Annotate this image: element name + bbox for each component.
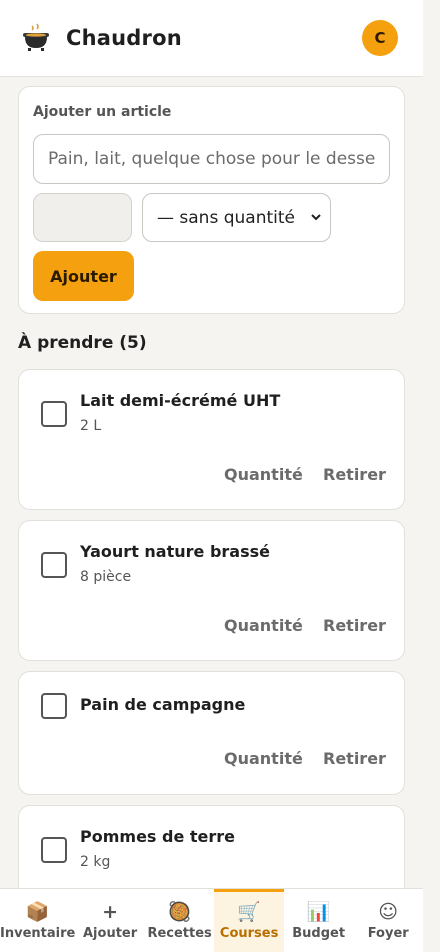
quantity-button[interactable]: Quantité (224, 465, 303, 484)
item-checkbox[interactable] (41, 401, 67, 427)
add-item-label: Ajouter un article (33, 104, 172, 120)
nav-item-inventaire[interactable]: 📦 Inventaire (0, 889, 75, 952)
remove-button[interactable]: Retirer (323, 616, 386, 635)
unit-select-value: — sans quantité (157, 207, 295, 228)
item-checkbox[interactable] (41, 693, 67, 719)
add-item-button[interactable]: Ajouter (33, 251, 134, 301)
nav-label: Ajouter (83, 926, 138, 941)
box-icon: 📦 (25, 901, 50, 923)
user-avatar[interactable]: C (362, 20, 398, 56)
nav-label: Inventaire (0, 926, 76, 941)
main-content: Ajouter un article — sans quantité Ajout… (18, 86, 405, 946)
nav-item-foyer[interactable]: ☺ Foyer (353, 889, 423, 952)
app-title: Chaudron (66, 26, 182, 50)
chart-icon: 📊 (306, 901, 331, 923)
remove-button[interactable]: Retirer (323, 749, 386, 768)
cauldron-icon (23, 23, 49, 51)
item-name: Pain de campagne (80, 695, 246, 714)
item-quantity: 2 kg (80, 854, 111, 870)
remove-button[interactable]: Retirer (323, 465, 386, 484)
list-item: Yaourt nature brassé 8 pièce Quantité Re… (18, 520, 405, 661)
item-checkbox[interactable] (41, 837, 67, 863)
smiley-icon: ☺ (378, 901, 399, 923)
cart-icon: 🛒 (237, 901, 261, 923)
quantity-input[interactable] (33, 193, 132, 242)
pot-icon: 🥘 (167, 901, 192, 923)
app-header: Chaudron C (0, 0, 423, 77)
quantity-button[interactable]: Quantité (224, 749, 303, 768)
list-item: Pain de campagne Quantité Retirer (18, 671, 405, 795)
nav-item-budget[interactable]: 📊 Budget (284, 889, 354, 952)
item-quantity: 8 pièce (80, 569, 132, 585)
nav-label: Courses (219, 926, 279, 941)
plus-icon: + (102, 901, 119, 923)
nav-label: Budget (292, 926, 346, 941)
add-item-card: Ajouter un article — sans quantité Ajout… (18, 86, 405, 314)
nav-item-courses[interactable]: 🛒 Courses (214, 889, 284, 952)
item-name: Pommes de terre (80, 827, 236, 846)
nav-label: Foyer (367, 926, 409, 941)
item-name: Lait demi-écrémé UHT (80, 391, 281, 410)
to-buy-section-title: À prendre (5) (18, 333, 147, 353)
nav-item-ajouter[interactable]: + Ajouter (75, 889, 145, 952)
item-name-input[interactable] (33, 134, 390, 184)
quantity-button[interactable]: Quantité (224, 616, 303, 635)
chevron-down-icon (311, 214, 321, 221)
bottom-nav: 📦 Inventaire + Ajouter 🥘 Recettes 🛒 Cour… (0, 888, 423, 952)
item-quantity: 2 L (80, 418, 102, 434)
item-checkbox[interactable] (41, 552, 67, 578)
list-item: Lait demi-écrémé UHT 2 L Quantité Retire… (18, 369, 405, 510)
item-name: Yaourt nature brassé (80, 542, 270, 561)
app-frame: Chaudron C Ajouter un article — sans qua… (0, 0, 423, 952)
nav-item-recettes[interactable]: 🥘 Recettes (145, 889, 215, 952)
nav-label: Recettes (147, 926, 212, 941)
unit-select[interactable]: — sans quantité (142, 193, 331, 242)
